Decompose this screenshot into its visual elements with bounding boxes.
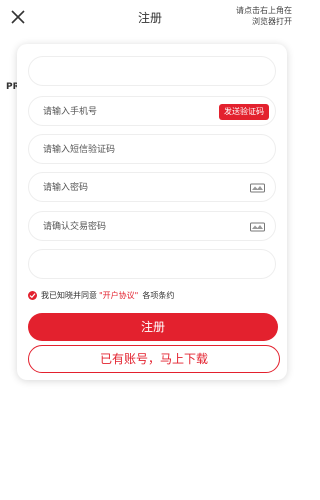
eye-icon[interactable] [250, 182, 265, 194]
agreement-row: 我已知晓并同意 "开户协议" 各项条约 [28, 289, 174, 301]
password-field [28, 172, 276, 203]
agreement-prefix: 我已知晓并同意 [41, 290, 97, 300]
open-in-browser-hint: 请点击右上角在 浏览器打开 [220, 5, 292, 27]
agreement-suffix: 各项条约 [142, 290, 175, 300]
agreement-link[interactable]: "开户协议" [99, 290, 138, 301]
hint-line-2: 浏览器打开 [252, 17, 292, 26]
eye-icon[interactable] [250, 221, 265, 233]
blank-field[interactable] [28, 56, 276, 86]
check-icon [29, 292, 36, 298]
trade-password-input[interactable] [41, 212, 205, 242]
top-bar: 注册 请点击右上角在 浏览器打开 [0, 0, 300, 36]
trade-password-field [28, 211, 276, 242]
sms-code-input[interactable] [41, 135, 205, 165]
password-input[interactable] [41, 173, 205, 203]
sms-code-field [28, 134, 276, 165]
blank-field-2[interactable] [28, 249, 276, 279]
close-icon [11, 10, 25, 24]
register-button[interactable]: 注册 [28, 313, 278, 341]
phone-field: 发送验证码 [28, 96, 276, 127]
agree-checkbox[interactable] [28, 290, 37, 300]
send-code-button[interactable]: 发送验证码 [219, 104, 269, 120]
phone-input[interactable] [41, 97, 205, 127]
close-button[interactable] [9, 8, 27, 26]
hint-line-1: 请点击右上角在 [236, 6, 292, 15]
download-button[interactable]: 已有账号，马上下载 [28, 345, 280, 373]
